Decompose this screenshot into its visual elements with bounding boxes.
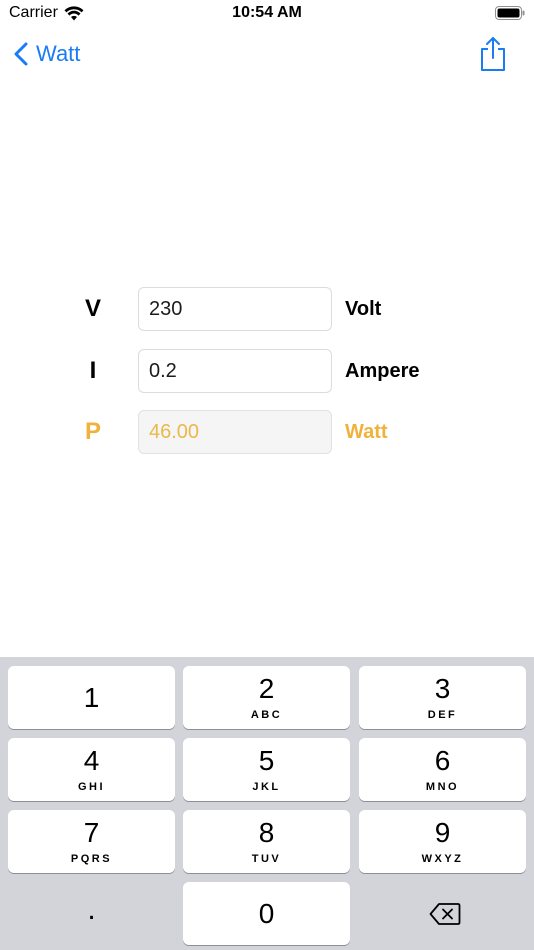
current-row: I Ampere [0,349,534,393]
key-digit: 0 [258,898,275,929]
power-result-field [138,410,332,454]
voltage-unit: Volt [345,298,382,320]
key-8[interactable]: 8 TUV [183,810,350,873]
voltage-row: V Volt [0,287,534,331]
voltage-input[interactable] [138,287,332,331]
current-input[interactable] [138,349,332,393]
key-decimal[interactable]: . [8,882,175,945]
key-4[interactable]: 4 GHI [8,738,175,801]
key-letters: PQRS [70,853,113,865]
key-digit: 1 [83,682,100,713]
key-9[interactable]: 9 WXYZ [359,810,526,873]
key-letters: MNO [425,781,460,793]
key-digit: 3 [434,673,451,704]
key-digit: 4 [83,745,100,776]
delete-backward-icon [429,903,461,925]
numeric-keypad: 1 2 ABC 3 DEF 4 GHI 5 JKL 6 MNO 7 PQRS 8… [0,657,534,950]
power-symbol: P [84,418,101,445]
key-digit: 6 [434,745,451,776]
key-letters: JKL [252,781,281,793]
status-bar: Carrier 10:54 AM [0,0,534,28]
key-digit: 5 [258,745,275,776]
delete-key[interactable] [359,882,526,945]
key-2[interactable]: 2 ABC [183,666,350,729]
key-0[interactable]: 0 [183,882,350,945]
share-icon[interactable] [478,36,508,72]
key-3[interactable]: 3 DEF [359,666,526,729]
key-digit: 9 [434,817,451,848]
power-row: P Watt [0,410,534,454]
power-unit: Watt [345,421,388,443]
key-letters: ABC [250,709,283,721]
key-decimal-label: . [87,893,96,926]
key-6[interactable]: 6 MNO [359,738,526,801]
current-symbol: I [89,357,97,384]
key-digit: 7 [83,817,100,848]
status-time: 10:54 AM [232,4,302,21]
chevron-left-icon [14,42,28,66]
key-letters: TUV [251,853,282,865]
back-button-label: Watt [36,41,81,66]
key-letters: GHI [77,781,106,793]
key-letters: WXYZ [421,853,464,865]
current-unit: Ampere [345,360,420,382]
key-7[interactable]: 7 PQRS [8,810,175,873]
back-button[interactable]: Watt [14,38,80,70]
key-letters: DEF [427,709,458,721]
voltage-symbol: V [84,295,101,322]
key-digit: 8 [258,817,275,848]
key-5[interactable]: 5 JKL [183,738,350,801]
battery-icon [495,6,525,20]
key-1[interactable]: 1 [8,666,175,729]
key-digit: 2 [258,673,275,704]
